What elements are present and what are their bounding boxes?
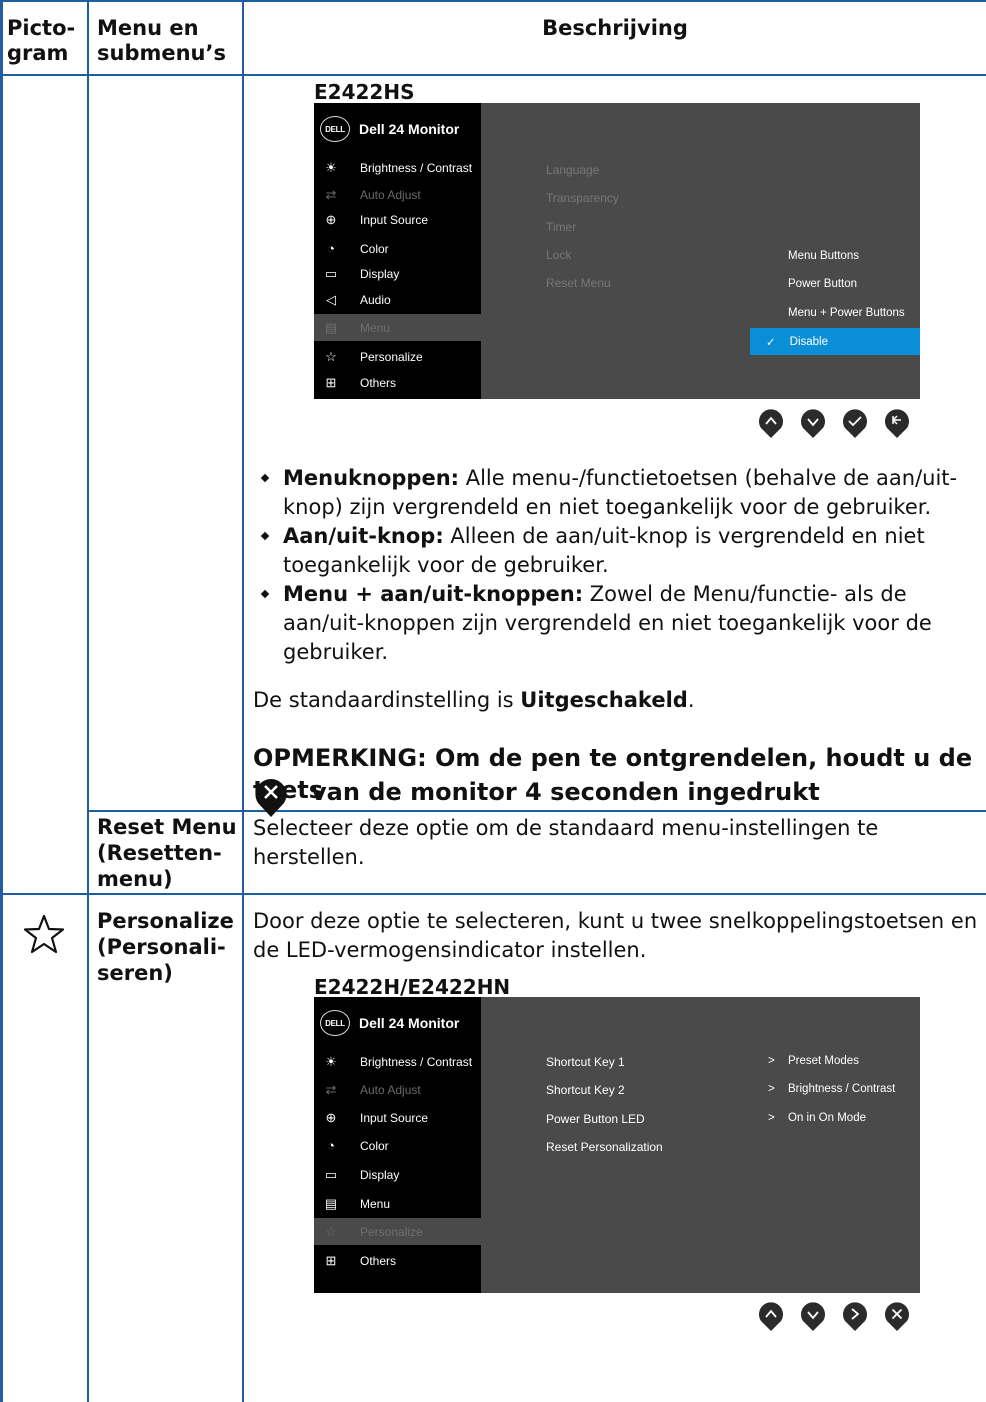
- grid-row-line-reset: [87, 810, 986, 812]
- input-source-icon: ⊕: [325, 1109, 337, 1125]
- menu-icon: ▤: [324, 319, 338, 335]
- input-source-icon: ⊕: [325, 211, 337, 227]
- osd-item-brightness[interactable]: ☀ Brightness / Contrast: [314, 1048, 481, 1075]
- brightness-icon: ☀: [325, 1053, 337, 1069]
- list-item: Menu + aan/uit-knoppen: Zowel de Menu/fu…: [253, 580, 983, 667]
- display-icon: ▭: [324, 1166, 338, 1182]
- header-menu: Menu en submenu’s: [97, 16, 226, 65]
- color-icon: ◔: [327, 241, 335, 256]
- osd-personalize-screen: DELL Dell 24 Monitor ☀ Brightness / Contr…: [314, 997, 920, 1293]
- osd-title-text: Dell 24 Monitor: [359, 121, 460, 137]
- grid-row-line-personalize: [0, 893, 986, 895]
- reset-menu-name: Reset Menu (Resetten- menu): [97, 815, 237, 891]
- menu-icon: ▤: [324, 1195, 338, 1211]
- osd-item-auto-adjust[interactable]: ⇄ Auto Adjust: [314, 181, 481, 208]
- osd-option-language[interactable]: Language: [546, 163, 599, 177]
- osd-option-reset-personalization[interactable]: Reset Personalization: [546, 1140, 663, 1154]
- personalize-description: Door deze optie te selecteren, kunt u tw…: [253, 909, 978, 962]
- model-label-personalize: E2422H/E2422HN: [314, 975, 511, 999]
- display-icon: ▭: [324, 265, 338, 281]
- auto-adjust-icon: ⇄: [325, 1081, 337, 1097]
- osd-option-timer[interactable]: Timer: [546, 220, 576, 234]
- reset-menu-description: Selecteer deze optie om de standaard men…: [253, 816, 879, 869]
- osd-item-color[interactable]: ◔ Color: [314, 235, 481, 262]
- grid-col1-divider: [87, 0, 89, 1402]
- list-item: Aan/uit-knop: Alleen de aan/uit-knop is …: [253, 522, 983, 580]
- osd-item-menu[interactable]: ▤ Menu: [314, 1190, 481, 1217]
- up-icon[interactable]: [758, 1300, 784, 1332]
- osd-title: DELL Dell 24 Monitor: [320, 116, 459, 142]
- osd-item-personalize[interactable]: ☆ Personalize: [314, 343, 481, 370]
- osd-item-others[interactable]: ⊞ Others: [314, 369, 481, 396]
- dell-logo: DELL: [320, 116, 350, 142]
- osd-option-transparency[interactable]: Transparency: [546, 191, 619, 205]
- brightness-icon: ☀: [325, 159, 337, 175]
- chevron-right-icon: >: [768, 1083, 775, 1095]
- lock-options-list: Menuknoppen: Alle menu-/functietoetsen (…: [253, 464, 983, 667]
- star-icon: ☆: [325, 1223, 337, 1239]
- model-label-lock: E2422HS: [314, 80, 415, 104]
- osd-sub-menu-buttons[interactable]: Menu Buttons: [788, 250, 859, 262]
- down-icon[interactable]: [800, 407, 826, 439]
- osd-sub-disable[interactable]: ✓ Disable: [750, 328, 920, 355]
- close-icon[interactable]: [884, 1300, 910, 1332]
- check-icon: ✓: [766, 336, 776, 349]
- osd-title-text: Dell 24 Monitor: [359, 1015, 460, 1031]
- down-icon[interactable]: [800, 1300, 826, 1332]
- color-icon: ◔: [327, 1138, 335, 1153]
- list-item: Menuknoppen: Alle menu-/functietoetsen (…: [253, 464, 983, 522]
- osd-option-lock[interactable]: Lock: [546, 248, 571, 262]
- check-icon[interactable]: [842, 407, 868, 439]
- note-line-2: van de monitor 4 seconden ingedrukt: [311, 778, 820, 806]
- auto-adjust-icon: ⇄: [325, 186, 337, 202]
- star-icon: ☆: [325, 348, 337, 364]
- others-icon: ⊞: [325, 374, 337, 390]
- osd-item-display[interactable]: ▭ Display: [314, 260, 481, 287]
- close-icon: [254, 776, 288, 818]
- osd-item-menu[interactable]: ▤ Menu: [314, 314, 481, 341]
- osd-item-audio[interactable]: ◁ Audio: [314, 286, 481, 313]
- osd-item-input-source[interactable]: ⊕ Input Source: [314, 206, 481, 233]
- osd-value-preset-modes: Preset Modes: [788, 1055, 859, 1067]
- star-icon: [22, 912, 66, 956]
- grid-left-border: [0, 0, 3, 1402]
- header-pictogram: Picto- gram: [7, 16, 76, 65]
- osd-item-input-source[interactable]: ⊕ Input Source: [314, 1104, 481, 1131]
- personalize-name: Personalize (Personali- seren): [97, 909, 234, 985]
- osd-option-power-button-led[interactable]: Power Button LED: [546, 1112, 645, 1126]
- dell-logo: DELL: [320, 1010, 350, 1036]
- osd-option-shortcut-key-2[interactable]: Shortcut Key 2: [546, 1083, 625, 1097]
- osd-item-auto-adjust[interactable]: ⇄ Auto Adjust: [314, 1076, 481, 1103]
- joystick-buttons-personalize: [758, 1300, 910, 1332]
- osd-sub-power-button[interactable]: Power Button: [788, 278, 857, 290]
- chevron-right-icon: >: [768, 1055, 775, 1067]
- osd-option-shortcut-key-1[interactable]: Shortcut Key 1: [546, 1055, 625, 1069]
- joystick-buttons-lock: [758, 407, 910, 439]
- osd-value-on-in-on-mode: On in On Mode: [788, 1112, 866, 1124]
- header-description: Beschrijving: [542, 16, 688, 40]
- osd-sub-menu-power-buttons[interactable]: Menu + Power Buttons: [788, 307, 905, 319]
- default-setting-text: De standaardinstelling is Uitgeschakeld.: [253, 688, 695, 712]
- grid-top-border: [0, 0, 986, 2]
- chevron-right-icon: >: [768, 1112, 775, 1124]
- osd-title: DELL Dell 24 Monitor: [320, 1010, 459, 1036]
- grid-col2-divider: [242, 0, 244, 1402]
- osd-lock-screen: DELL Dell 24 Monitor ☀ Brightness / Contr…: [314, 103, 920, 399]
- grid-header-bottom: [0, 74, 986, 76]
- osd-item-brightness[interactable]: ☀ Brightness / Contrast: [314, 154, 481, 181]
- others-icon: ⊞: [325, 1252, 337, 1268]
- osd-item-display[interactable]: ▭ Display: [314, 1161, 481, 1188]
- osd-item-others[interactable]: ⊞ Others: [314, 1247, 481, 1274]
- right-icon[interactable]: [842, 1300, 868, 1332]
- osd-item-personalize[interactable]: ☆ Personalize: [314, 1218, 481, 1245]
- up-icon[interactable]: [758, 407, 784, 439]
- osd-value-brightness-contrast: Brightness / Contrast: [788, 1083, 896, 1095]
- audio-icon: ◁: [326, 291, 336, 307]
- back-icon[interactable]: [884, 407, 910, 439]
- osd-option-reset-menu[interactable]: Reset Menu: [546, 276, 611, 290]
- osd-item-color[interactable]: ◔ Color: [314, 1132, 481, 1159]
